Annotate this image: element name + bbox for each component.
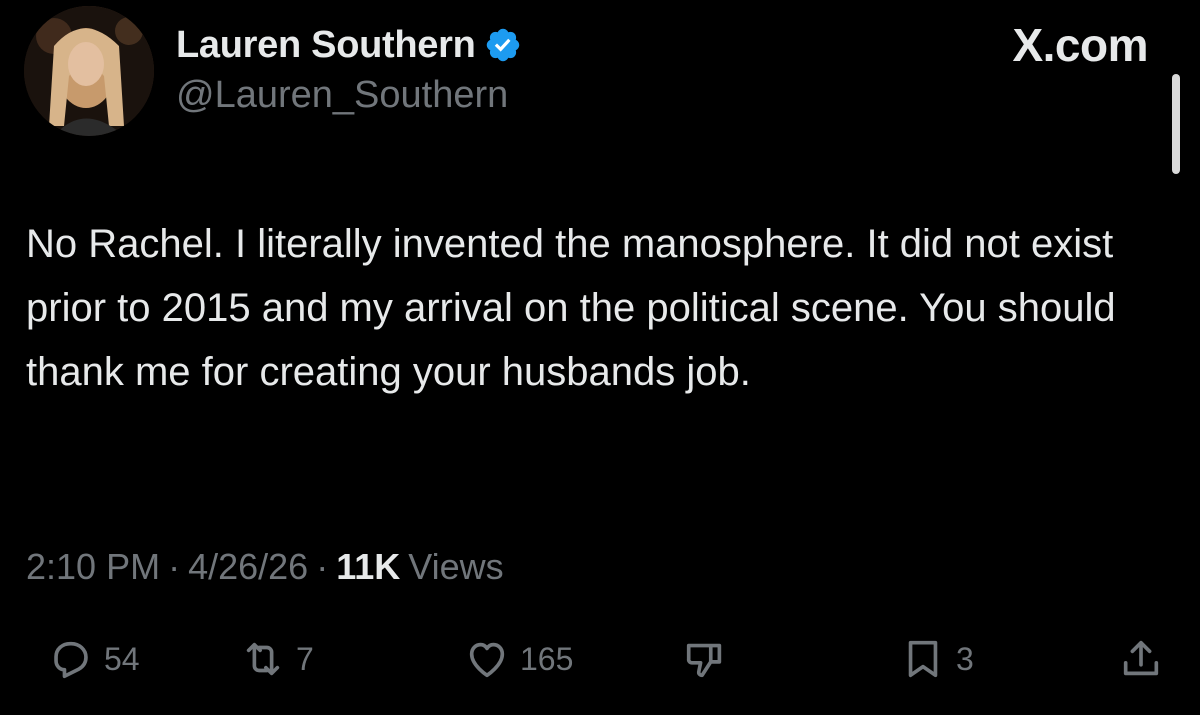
views-count[interactable]: 11K <box>336 546 400 588</box>
bookmark-icon <box>908 640 938 678</box>
share-icon <box>1123 640 1159 676</box>
bookmark-count: 3 <box>956 640 974 677</box>
separator: · <box>168 546 181 587</box>
heart-icon <box>469 642 505 678</box>
repost-button[interactable]: 7 <box>240 636 314 682</box>
avatar-image <box>24 6 154 136</box>
bookmark-button[interactable]: 3 <box>900 636 974 682</box>
tweet-date[interactable]: 4/26/26 <box>188 546 308 588</box>
author-name[interactable]: Lauren Southern <box>176 24 476 67</box>
avatar[interactable] <box>24 6 154 136</box>
tweet-screenshot: Lauren Southern @Lauren_Southern X.com N… <box>0 0 1200 715</box>
reply-icon <box>54 641 88 679</box>
site-label: X.com <box>1012 19 1148 71</box>
thumbs-down-icon <box>686 643 722 678</box>
tweet-time[interactable]: 2:10 PM <box>26 546 160 588</box>
tweet-text: No Rachel. I literally invented the mano… <box>26 222 1127 394</box>
tweet-meta: 2:10 PM · 4/26/26 · 11K Views <box>26 546 504 588</box>
action-bar: 54 7 165 3 <box>0 630 1200 700</box>
author-handle[interactable]: @Lauren_Southern <box>176 74 508 117</box>
dislike-button[interactable] <box>682 636 728 682</box>
repost-icon <box>246 642 280 676</box>
like-button[interactable]: 165 <box>464 636 573 682</box>
reply-button[interactable]: 54 <box>48 636 140 682</box>
verified-badge-icon[interactable] <box>484 26 522 64</box>
author-name-row: Lauren Southern <box>176 20 522 70</box>
scrollbar[interactable] <box>1172 74 1180 174</box>
repost-count: 7 <box>296 640 314 677</box>
like-count: 165 <box>520 640 574 677</box>
share-button[interactable] <box>1118 636 1164 682</box>
views-label[interactable]: Views <box>408 546 503 588</box>
separator: · <box>316 546 329 587</box>
reply-count: 54 <box>104 640 140 677</box>
